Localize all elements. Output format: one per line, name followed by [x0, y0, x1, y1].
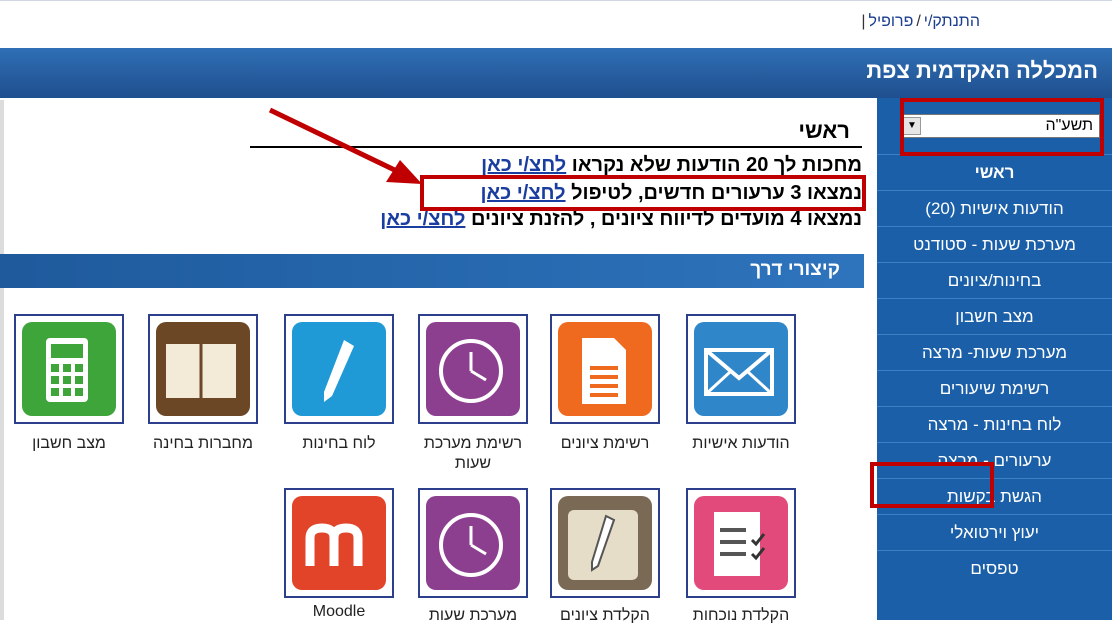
notebook-icon [156, 322, 250, 416]
shortcut-exam-notebooks-label[interactable]: מחברות בחינה [138, 434, 268, 454]
sidebar-item-course-list[interactable]: רשימת שיעורים [877, 370, 1112, 407]
shortcut-exam-board-label[interactable]: לוח בחינות [274, 434, 404, 454]
shortcut-grades-entry[interactable] [550, 488, 660, 598]
message-unread-link[interactable]: לחצ/י כאן [481, 154, 566, 176]
shortcut-schedule[interactable] [418, 488, 528, 598]
checklist-icon [694, 496, 788, 590]
links-separator-end: | [861, 13, 866, 30]
site-title: המכללה האקדמית צפת [866, 58, 1098, 83]
year-select-value: תשע"ה [1045, 117, 1093, 134]
message-grades-text: נמצאו 4 מועדים לדיווח ציונים , להזנת ציו… [465, 208, 862, 230]
sidebar: ראשי הודעות אישיות (20) מערכת שעות - סטו… [877, 98, 1112, 620]
message-appeals-text: נמצאו 3 ערעורים חדשים, לטיפול [565, 182, 862, 204]
shortcut-account-status[interactable] [14, 314, 124, 424]
sidebar-item-exams-grades[interactable]: בחינות/ציונים [877, 262, 1112, 299]
chevron-down-icon[interactable]: ▼ [903, 117, 921, 135]
message-appeals: נמצאו 3 ערעורים חדשים, לטיפול לחצ/י כאן [480, 182, 862, 205]
sidebar-item-lecturer-appeals[interactable]: ערעורים - מרצה [877, 442, 1112, 479]
shortcut-attendance-entry[interactable] [686, 488, 796, 598]
sidebar-item-personal-messages[interactable]: הודעות אישיות (20) [877, 190, 1112, 227]
shortcut-grades-list-label[interactable]: רשימת ציונים [540, 434, 670, 454]
top-bar: התנתק/י/פרופיל| [0, 0, 1112, 49]
message-appeals-link[interactable]: לחצ/י כאן [480, 182, 565, 204]
envelope-icon [694, 322, 788, 416]
shortcut-personal-messages-label[interactable]: הודעות אישיות [676, 434, 806, 454]
calculator-icon [22, 322, 116, 416]
message-grades-link[interactable]: לחצ/י כאן [380, 208, 465, 230]
shortcut-attendance-entry-label[interactable]: הקלדת נוכחות [676, 606, 806, 626]
sidebar-item-forms[interactable]: טפסים [877, 550, 1112, 587]
pen-icon [292, 322, 386, 416]
links-separator: / [916, 13, 921, 30]
left-scrollbar-edge[interactable] [0, 100, 4, 620]
shortcut-schedule-list-label[interactable]: רשימת מערכת שעות [408, 434, 538, 474]
shortcut-exam-notebooks[interactable] [148, 314, 258, 424]
shortcut-personal-messages[interactable] [686, 314, 796, 424]
message-grades: נמצאו 4 מועדים לדיווח ציונים , להזנת ציו… [380, 208, 862, 231]
sidebar-item-lecturer-schedule[interactable]: מערכת שעות- מרצה [877, 334, 1112, 371]
sidebar-item-lecturer-exams[interactable]: לוח בחינות - מרצה [877, 406, 1112, 443]
shortcut-exam-board[interactable] [284, 314, 394, 424]
sidebar-item-requests[interactable]: הגשת בקשות [877, 478, 1112, 515]
shortcut-moodle[interactable] [284, 488, 394, 598]
shortcut-account-status-label[interactable]: מצב חשבון [4, 434, 134, 454]
clock-icon [426, 496, 520, 590]
page-title: ראשי [798, 118, 850, 143]
sidebar-item-home[interactable]: ראשי [877, 154, 1112, 191]
top-links: התנתק/י/פרופיל| [858, 13, 980, 31]
shortcut-grades-list[interactable] [550, 314, 660, 424]
sidebar-item-student-schedule[interactable]: מערכת שעות - סטודנט [877, 226, 1112, 263]
logout-link[interactable]: התנתק/י [924, 13, 980, 30]
sidebar-item-account-status[interactable]: מצב חשבון [877, 298, 1112, 335]
shortcuts-header: קיצורי דרך [0, 254, 864, 288]
document-icon [558, 322, 652, 416]
grade-pen-icon [558, 496, 652, 590]
message-unread-text: מחכות לך 20 הודעות שלא נקראו [566, 154, 862, 176]
clock-icon [426, 322, 520, 416]
profile-link[interactable]: פרופיל [868, 13, 913, 30]
moodle-icon [292, 496, 386, 590]
shortcut-grades-entry-label[interactable]: הקלדת ציונים [540, 606, 670, 626]
year-select[interactable]: תשע"ה ▼ [900, 114, 1100, 138]
message-unread: מחכות לך 20 הודעות שלא נקראו לחצ/י כאן [481, 154, 862, 177]
shortcut-moodle-label[interactable]: Moodle [274, 602, 404, 622]
site-banner: המכללה האקדמית צפת [0, 48, 1112, 98]
red-arrow-icon [268, 107, 422, 184]
shortcut-schedule-list[interactable] [418, 314, 528, 424]
shortcuts-title: קיצורי דרך [750, 259, 840, 280]
shortcut-schedule-label[interactable]: מערכת שעות [408, 606, 538, 626]
sidebar-item-virtual-advice[interactable]: יעוץ וירטואלי [877, 514, 1112, 551]
